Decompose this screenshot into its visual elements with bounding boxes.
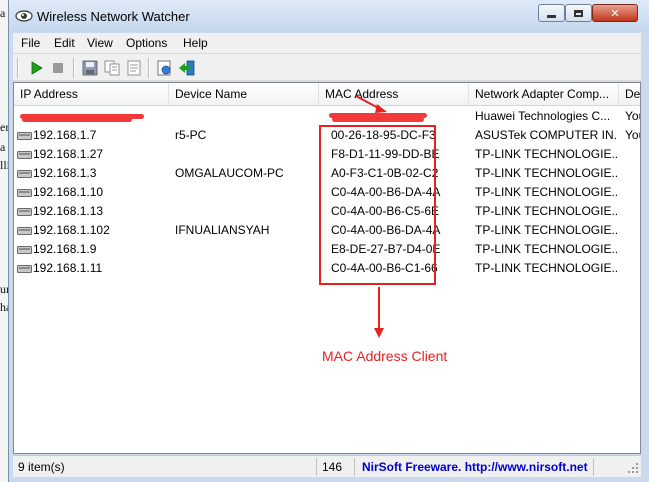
resize-grip-icon[interactable] bbox=[627, 462, 639, 474]
nirsoft-link[interactable]: NirSoft Freeware. http://www.nirsoft.net bbox=[362, 459, 588, 475]
status-separator bbox=[593, 458, 594, 476]
background-doc-char: a bbox=[0, 140, 6, 154]
app-window: Wireless Network Watcher ✕ File Edit Vie… bbox=[8, 0, 649, 482]
status-item-count: 9 item(s) bbox=[18, 460, 65, 474]
annotation-label: MAC Address Client bbox=[322, 348, 448, 364]
status-bar: 9 item(s) 146 NirSoft Freeware. http://w… bbox=[13, 455, 641, 477]
annotation-arrow-down bbox=[374, 287, 384, 338]
status-separator bbox=[316, 458, 317, 476]
annotation-arrows bbox=[355, 95, 387, 338]
annotation-arrow-pointer bbox=[355, 95, 387, 113]
status-number: 146 bbox=[322, 460, 343, 474]
background-doc-char: a bbox=[0, 6, 6, 20]
status-separator bbox=[354, 458, 355, 476]
